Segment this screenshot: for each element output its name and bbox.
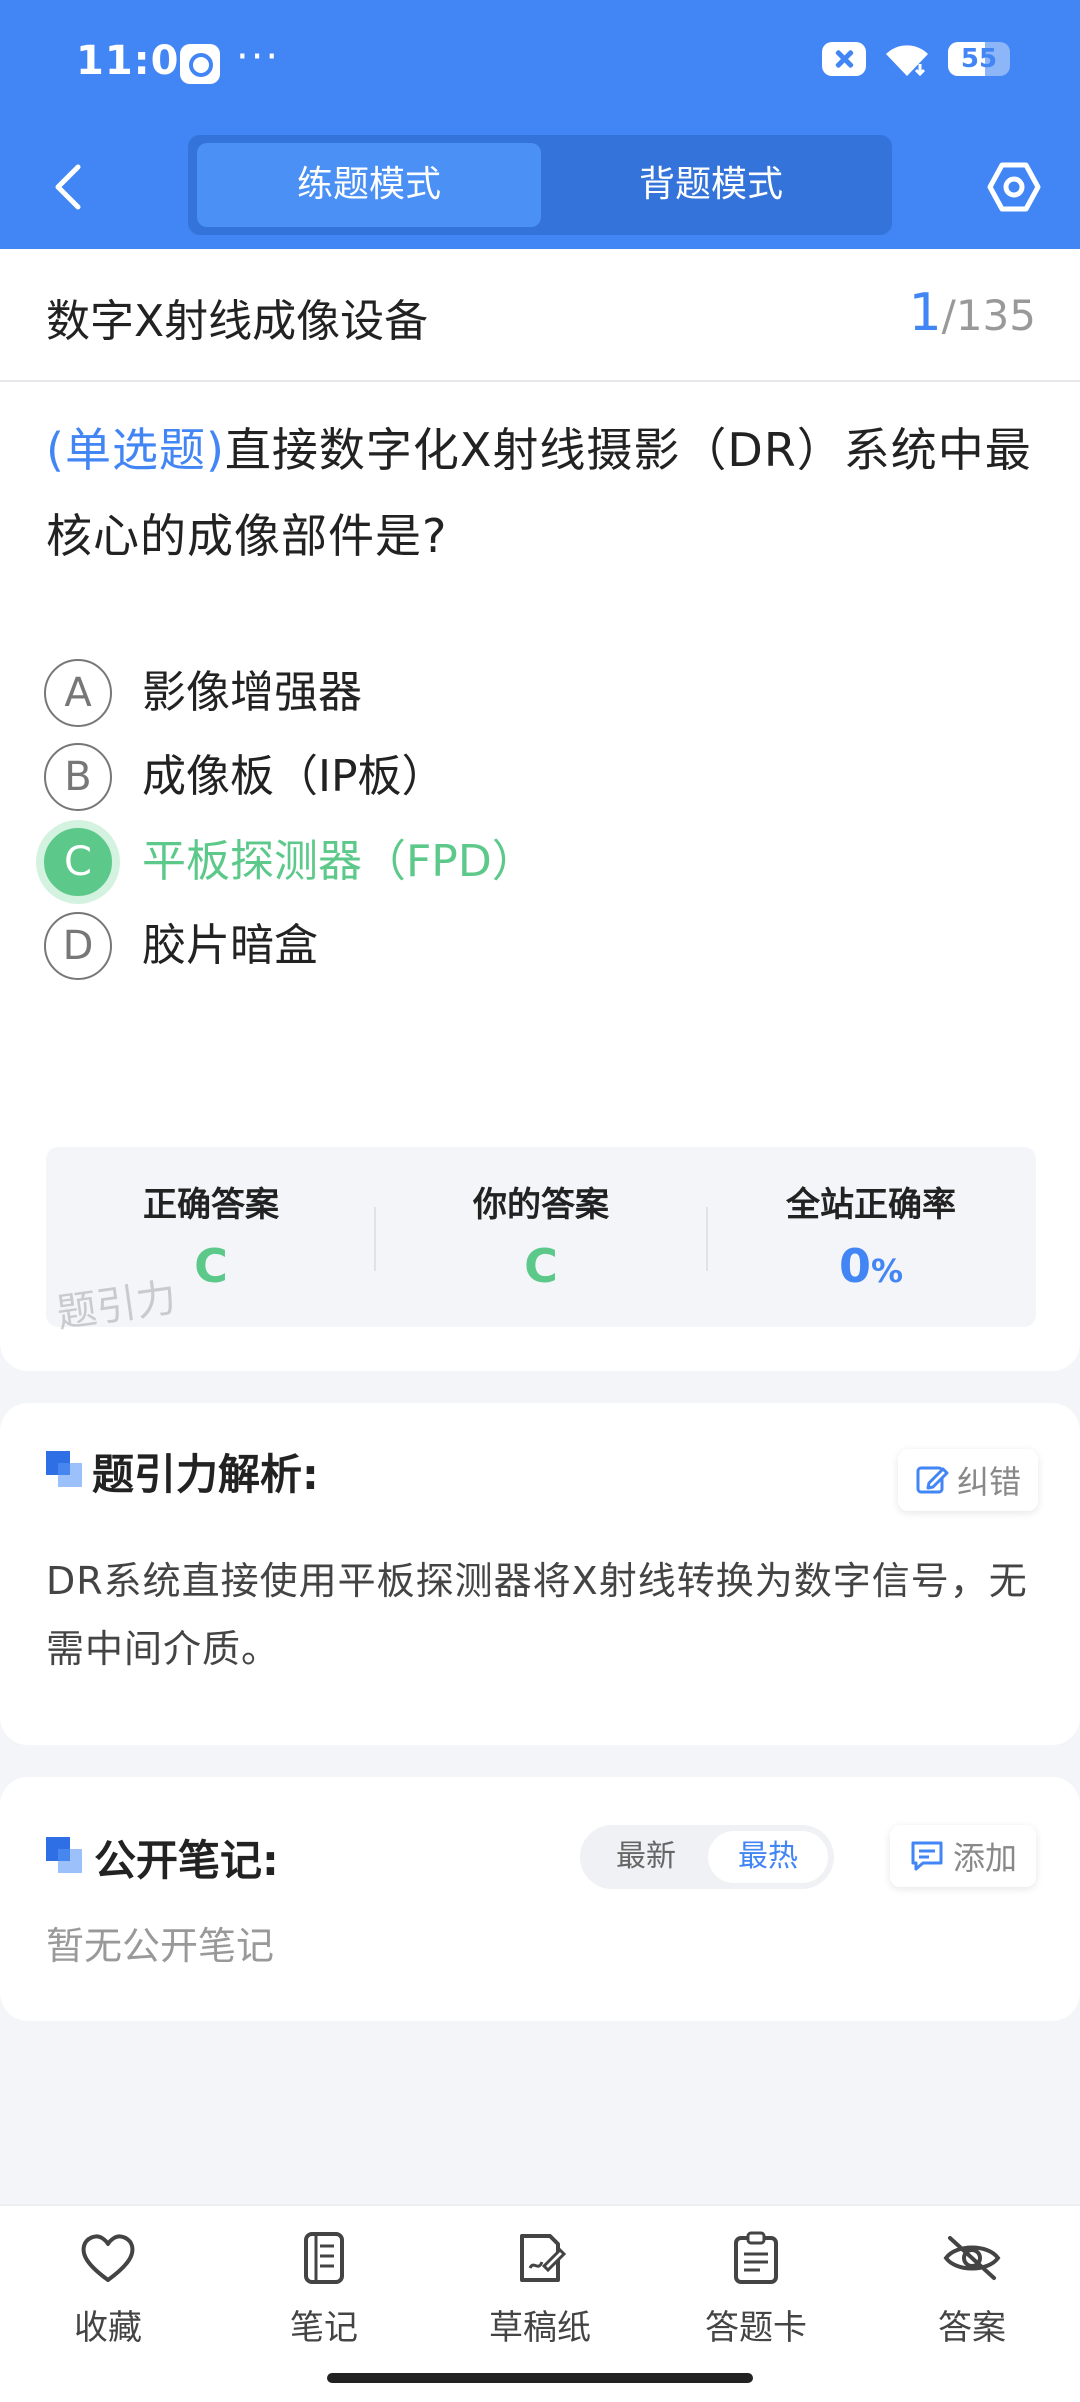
sort-hottest[interactable]: 最热: [708, 1831, 828, 1883]
more-notifications-icon: ···: [236, 34, 281, 80]
clipboard-icon: [734, 2231, 778, 2284]
mute-icon: [822, 42, 866, 76]
settings-button[interactable]: [986, 159, 1042, 215]
add-note-label: 添加: [952, 1839, 1017, 1877]
option-text: 成像板（IP板）: [142, 751, 446, 802]
analysis-card: 题引力解析: 纠错 DR系统直接使用平板探测器将X射线转换为数字信号，无需中间介…: [0, 1403, 1080, 1745]
option-letter-selected: C: [44, 828, 112, 896]
site-accuracy-number: 0: [838, 1239, 871, 1293]
tab-practice-mode[interactable]: 练题模式: [197, 143, 541, 227]
settings-hexagon-icon: [987, 162, 1041, 212]
your-answer-label: 你的答案: [473, 1185, 609, 1225]
your-answer: 你的答案 C: [376, 1147, 706, 1327]
site-accuracy-unit: %: [870, 1252, 904, 1290]
option-c[interactable]: C 平板探测器（FPD）: [44, 828, 1034, 908]
favorite-button[interactable]: 收藏: [28, 2230, 188, 2350]
correct-answer-label: 正确答案: [143, 1185, 279, 1225]
tab-recite-mode[interactable]: 背题模式: [539, 143, 883, 227]
notes-empty-message: 暂无公开笔记: [46, 1924, 275, 1968]
site-accuracy-value: 0%: [706, 1239, 1036, 1293]
option-text-selected: 平板探测器（FPD）: [142, 836, 536, 887]
option-letter: A: [44, 659, 112, 727]
option-letter: B: [44, 743, 112, 811]
answer-sheet-label: 答题卡: [705, 2308, 807, 2348]
report-error-label: 纠错: [956, 1463, 1021, 1501]
app-header: 11:01 ··· 55 练题模式 背题模式: [0, 0, 1080, 249]
battery-icon: 55: [948, 42, 1010, 76]
option-a[interactable]: A 影像增强器: [44, 659, 1034, 739]
answer-summary: 正确答案 C 你的答案 C 全站正确率 0%: [46, 1147, 1036, 1327]
your-answer-value: C: [524, 1239, 558, 1293]
site-accuracy: 全站正确率 0%: [706, 1147, 1036, 1327]
section-title: 数字X射线成像设备: [46, 296, 429, 347]
sort-latest[interactable]: 最新: [586, 1831, 706, 1883]
analysis-text: DR系统直接使用平板探测器将X射线转换为数字信号，无需中间介质。: [46, 1559, 1028, 1671]
option-text: 影像增强器: [142, 667, 362, 718]
analysis-heading: 题引力解析:: [92, 1450, 319, 1499]
favorite-label: 收藏: [74, 2308, 142, 2348]
section-square-icon: [46, 1837, 82, 1873]
app-notification-icon: [180, 44, 220, 84]
option-letter: D: [44, 912, 112, 980]
notes-card: 公开笔记: 最新 最热 添加 暂无公开笔记: [0, 1777, 1080, 2021]
mode-toggle: 练题模式 背题模式: [188, 135, 892, 235]
draft-icon: [520, 2234, 567, 2282]
eye-off-icon: [943, 2236, 1001, 2280]
home-indicator[interactable]: [327, 2373, 753, 2383]
notes-label: 笔记: [290, 2308, 358, 2348]
section-square-icon: [46, 1451, 82, 1487]
notes-sort-toggle: 最新 最热: [580, 1825, 834, 1889]
back-button[interactable]: [44, 159, 94, 215]
report-error-button[interactable]: 纠错: [898, 1449, 1038, 1511]
site-accuracy-label: 全站正确率: [786, 1185, 956, 1225]
nav-bar: 练题模式 背题模式: [0, 125, 1080, 249]
show-answer-label: 答案: [938, 2308, 1006, 2348]
draft-paper-label: 草稿纸: [489, 2308, 591, 2348]
question-card: 数字X射线成像设备 1/135 (单选题)直接数字化X射线摄影（DR）系统中最核…: [0, 249, 1080, 1371]
question-type: (单选题): [46, 423, 225, 477]
answer-sheet-button[interactable]: 答题卡: [676, 2230, 836, 2350]
add-note-button[interactable]: 添加: [890, 1825, 1036, 1887]
chevron-left-icon: [55, 164, 81, 210]
question-counter[interactable]: 1/135: [909, 283, 1036, 343]
notebook-icon: [304, 2232, 344, 2284]
option-d[interactable]: D 胶片暗盒: [44, 912, 1034, 992]
question-text: (单选题)直接数字化X射线摄影（DR）系统中最核心的成像部件是?: [46, 407, 1036, 579]
section-header: 数字X射线成像设备 1/135: [0, 249, 1080, 382]
status-indicators: 55: [822, 40, 1010, 78]
notes-button[interactable]: 笔记: [244, 2230, 404, 2350]
wifi-icon: [882, 40, 932, 78]
current-question-number: 1: [908, 283, 942, 343]
total-question-count: /135: [941, 291, 1036, 340]
comment-icon: [911, 1841, 943, 1871]
edit-icon: [916, 1466, 949, 1494]
heart-icon: [81, 2234, 135, 2282]
option-text: 胶片暗盒: [142, 920, 318, 971]
draft-paper-button[interactable]: 草稿纸: [460, 2230, 620, 2350]
option-b[interactable]: B 成像板（IP板）: [44, 743, 1034, 823]
battery-level: 55: [960, 44, 998, 74]
status-bar: 11:01 ··· 55: [0, 0, 1080, 125]
show-answer-button[interactable]: 答案: [892, 2230, 1052, 2350]
notes-heading: 公开笔记:: [94, 1836, 279, 1885]
